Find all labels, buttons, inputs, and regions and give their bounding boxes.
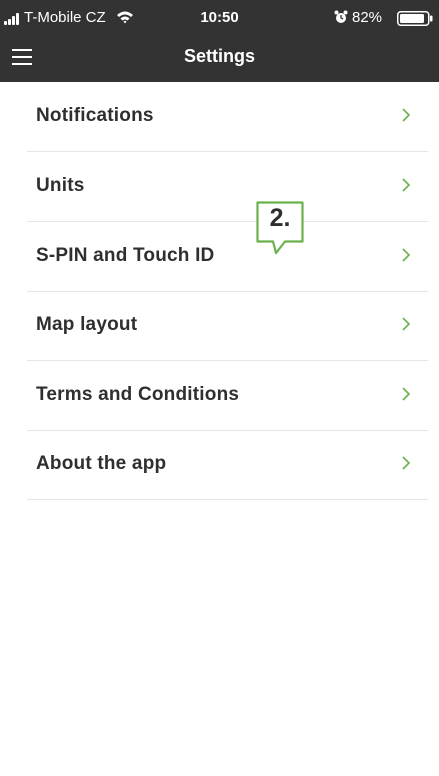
- chevron-right-icon: [402, 387, 411, 401]
- settings-item-label: S-PIN and Touch ID: [36, 245, 215, 266]
- page-title: Settings: [183, 46, 255, 66]
- battery-icon: [397, 11, 433, 26]
- top-bar: T-Mobile CZ 10:50 82% Settings: [0, 0, 439, 82]
- settings-item-units[interactable]: Units: [27, 152, 428, 222]
- settings-item-label: Notifications: [36, 105, 154, 126]
- annotation-callout: 2.: [256, 201, 304, 267]
- settings-item-label: Terms and Conditions: [36, 384, 240, 405]
- chevron-right-icon: [402, 456, 411, 470]
- chevron-right-icon: [402, 248, 411, 262]
- settings-item-label: About the app: [36, 453, 167, 474]
- alarm-icon: [334, 10, 348, 23]
- settings-item-spin-touch-id[interactable]: S-PIN and Touch ID: [27, 222, 428, 292]
- callout-label: 2.: [269, 204, 291, 232]
- battery-percent: 82%: [352, 9, 383, 26]
- chevron-right-icon: [402, 108, 411, 122]
- settings-item-map-layout[interactable]: Map layout: [27, 291, 428, 361]
- settings-item-terms-and-conditions[interactable]: Terms and Conditions: [27, 361, 428, 431]
- chevron-right-icon: [402, 178, 411, 192]
- settings-item-label: Units: [36, 175, 85, 196]
- settings-item-about-the-app[interactable]: About the app: [27, 430, 428, 500]
- status-bar: T-Mobile CZ 10:50 82%: [0, 0, 439, 36]
- chevron-right-icon: [402, 317, 411, 331]
- settings-item-label: Map layout: [36, 314, 138, 335]
- settings-item-notifications[interactable]: Notifications: [27, 82, 428, 152]
